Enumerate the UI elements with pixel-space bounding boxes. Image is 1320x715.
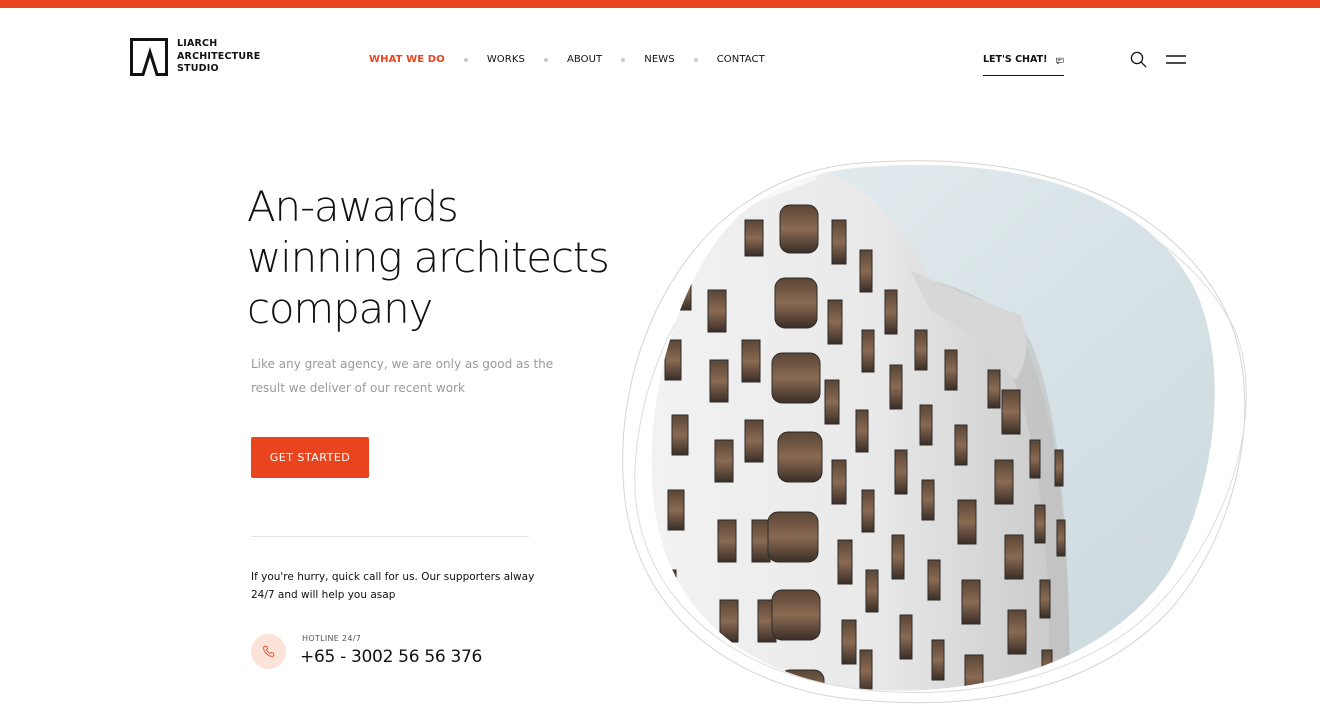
section-divider	[251, 536, 529, 537]
hero-title: An-awards winning architects company	[247, 181, 610, 334]
nav-item-contact[interactable]: CONTACT	[717, 54, 765, 65]
chat-bubble-icon	[1056, 57, 1064, 65]
hero-subtitle-line: Like any great agency, we are only as go…	[251, 357, 554, 371]
main-nav: WHAT WE DO WORKS ABOUT NEWS CONTACT	[369, 54, 765, 65]
hero-title-line: An-awards	[247, 182, 459, 231]
top-accent-bar	[0, 0, 1320, 8]
logo-line: STUDIO	[177, 63, 219, 75]
nav-item-news[interactable]: NEWS	[644, 54, 674, 65]
hero-title-line: winning architects	[247, 233, 610, 282]
logo-line: LIARCH	[177, 38, 218, 50]
nav-item-about[interactable]: ABOUT	[567, 54, 602, 65]
search-icon[interactable]	[1130, 51, 1147, 68]
logo[interactable]: LIARCH ARCHITECTURE STUDIO	[130, 38, 260, 76]
nav-item-works[interactable]: WORKS	[487, 54, 525, 65]
phone-icon	[263, 645, 275, 657]
help-text: If you're hurry, quick call for us. Our …	[251, 568, 551, 604]
nav-separator-dot	[543, 57, 548, 62]
logo-text: LIARCH ARCHITECTURE STUDIO	[177, 38, 260, 76]
hero-subtitle-line: result we deliver of our recent work	[251, 381, 465, 395]
nav-item-what-we-do[interactable]: WHAT WE DO	[369, 54, 445, 65]
get-started-button[interactable]: GET STARTED	[251, 437, 369, 478]
phone-button[interactable]	[251, 634, 286, 669]
lets-chat-link[interactable]: LET'S CHAT!	[983, 54, 1064, 76]
logo-mark-icon	[130, 38, 168, 76]
nav-separator-dot	[621, 57, 626, 62]
nav-separator-dot	[463, 57, 468, 62]
logo-line: ARCHITECTURE	[177, 50, 261, 62]
hero-subtitle: Like any great agency, we are only as go…	[251, 352, 554, 400]
hero-title-line: company	[247, 284, 433, 333]
help-text-line: 24/7 and will help you asap	[251, 589, 396, 601]
hero-building-image	[622, 160, 1247, 704]
lets-chat-label: LET'S CHAT!	[983, 54, 1048, 65]
hotline-number[interactable]: +65 - 3002 56 56 376	[300, 647, 482, 667]
nav-separator-dot	[693, 57, 698, 62]
hotline-label: HOTLINE 24/7	[302, 634, 362, 643]
hamburger-menu-icon[interactable]	[1166, 54, 1186, 66]
help-text-line: If you're hurry, quick call for us. Our …	[251, 571, 535, 583]
